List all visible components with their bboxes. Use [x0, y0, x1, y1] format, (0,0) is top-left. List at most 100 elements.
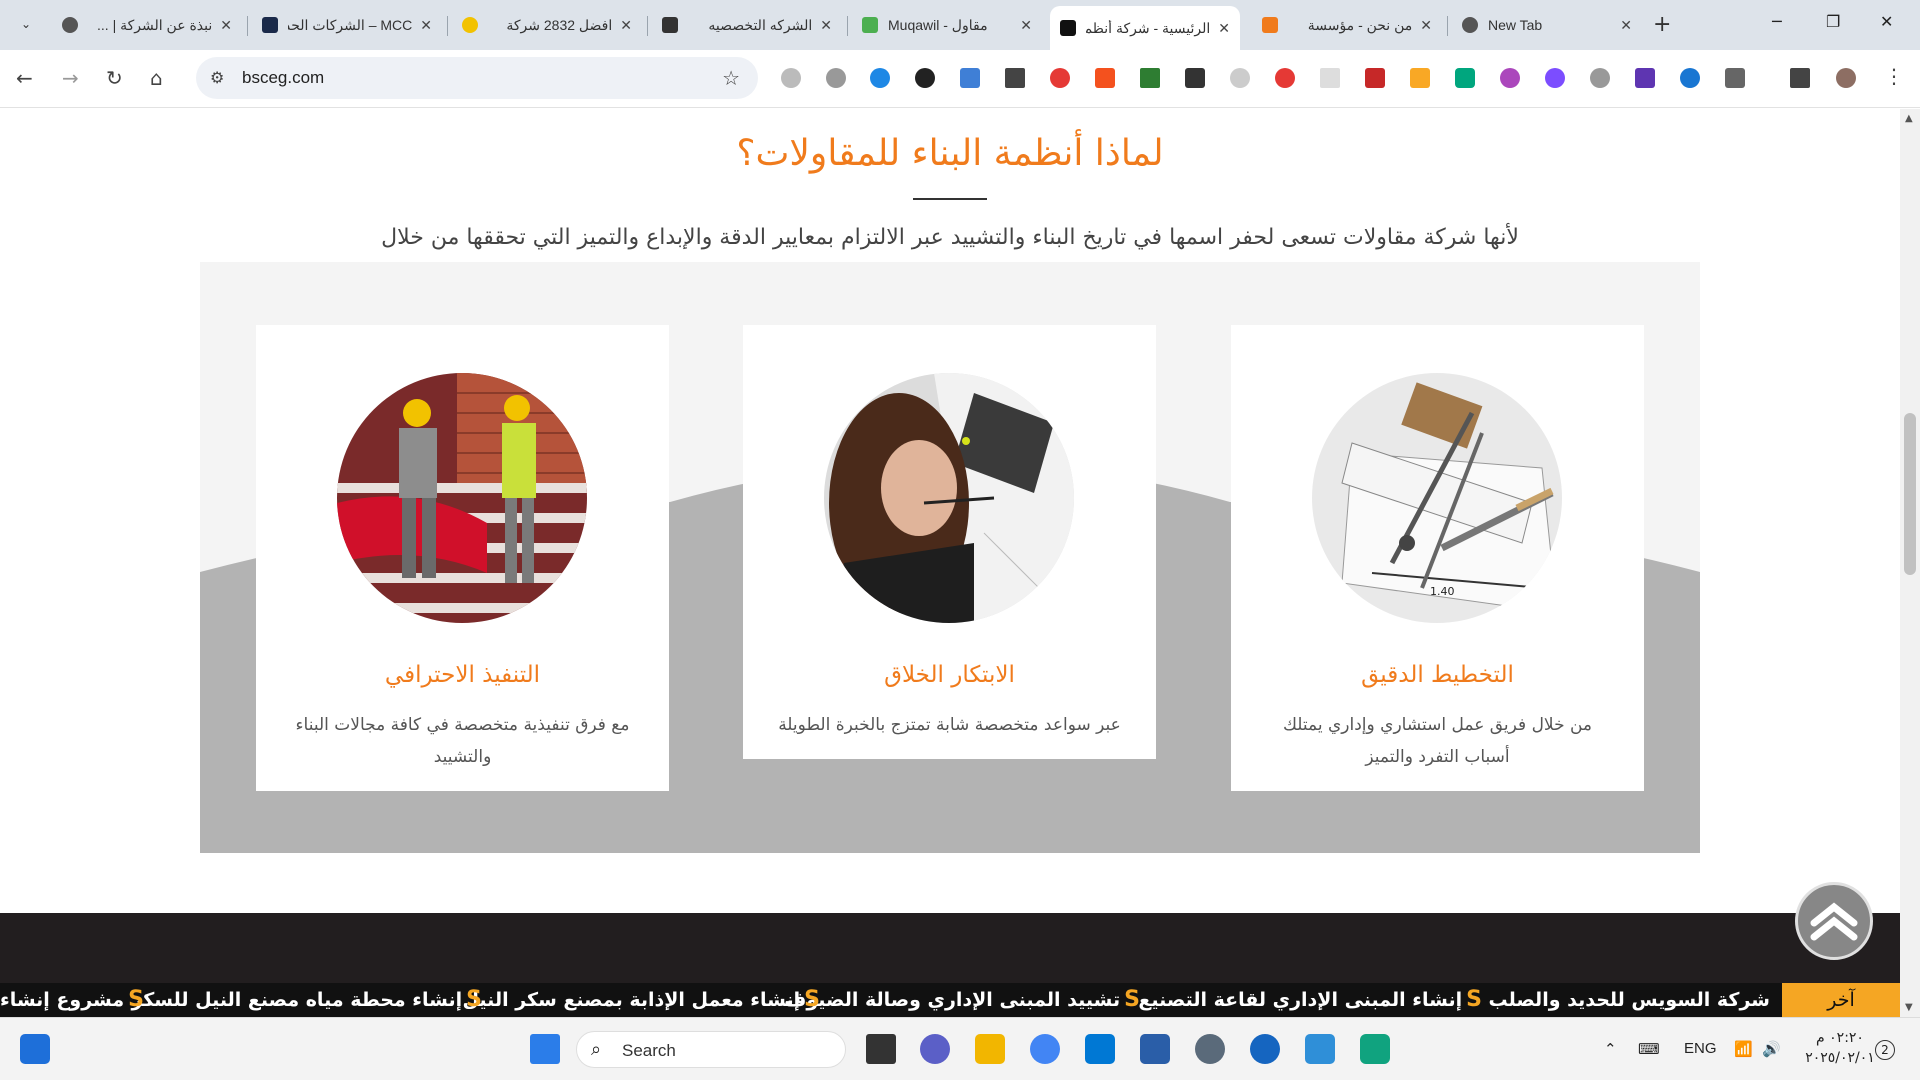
extension-icon[interactable]	[1365, 68, 1385, 88]
paint-icon[interactable]	[1305, 1034, 1335, 1064]
title-underline	[913, 198, 987, 200]
shazam-icon[interactable]	[870, 68, 890, 88]
wifi-icon[interactable]: 📶	[1734, 1040, 1753, 1058]
woman-drawing-image	[824, 373, 1074, 623]
tab-about-company[interactable]: نبذة عن الشركة | ... ✕	[52, 8, 242, 42]
double-chevron-up-icon	[1810, 902, 1858, 941]
card-text: مع فرق تنفيذية متخصصة في كافة مجالات الب…	[295, 715, 630, 767]
adblock-icon[interactable]	[1275, 68, 1295, 88]
tab-about-us[interactable]: من نحن - مؤسسة ✕	[1252, 8, 1442, 42]
close-icon[interactable]: ✕	[220, 17, 232, 34]
ticker-item[interactable]: Sمشروع إنشاء etle	[0, 983, 144, 1017]
volume-icon[interactable]: 🔊	[1762, 1040, 1781, 1058]
scrollbar-thumb[interactable]	[1904, 413, 1916, 575]
close-icon[interactable]: ✕	[820, 17, 832, 34]
url-text[interactable]: bsceg.com	[242, 68, 324, 88]
bsceg-logo-icon	[1060, 20, 1076, 36]
music-icon[interactable]	[1590, 68, 1610, 88]
restore-icon[interactable]: ❐	[1826, 12, 1840, 31]
chevron-up-icon[interactable]: ⌃	[1604, 1040, 1617, 1058]
tab-new-tab[interactable]: New Tab ✕	[1452, 8, 1642, 42]
clock[interactable]: ٠٢:٢٠ م ٢٠٢٥/٠٢/٠١	[1800, 1028, 1880, 1068]
extension-icon[interactable]	[1050, 68, 1070, 88]
page-scrollbar[interactable]: ▲ ▼	[1900, 109, 1920, 1017]
media-player-icon[interactable]	[1250, 1034, 1280, 1064]
close-icon[interactable]: ✕	[420, 17, 432, 34]
card-text: من خلال فريق عمل استشاري وإداري يمتلك أس…	[1282, 715, 1593, 767]
taskbar-search[interactable]: ⌕ Search	[576, 1031, 846, 1068]
extension-icon[interactable]	[826, 68, 846, 88]
ticker-item[interactable]: شركة السويس للحديد والصلب	[1488, 983, 1770, 1017]
window-close-icon[interactable]: ✕	[1880, 12, 1893, 31]
close-icon[interactable]: ✕	[1218, 20, 1230, 37]
home-icon[interactable]: ⌂	[150, 66, 163, 90]
ticker-item[interactable]: Sتشييد المبنى الإداري وصالة الضيوف	[784, 983, 1140, 1017]
drafting-tools-image: 1.40	[1312, 373, 1562, 623]
star-icon[interactable]: ☆	[722, 66, 740, 90]
windows-taskbar: ⌕ Search ⌃ ⌨ ENG 📶 🔊 ٠٢:٢٠ م ٢٠٢٥/٠٢/٠١ …	[0, 1017, 1920, 1080]
scroll-to-top-button[interactable]	[1795, 882, 1873, 960]
vscode-icon[interactable]	[1085, 1034, 1115, 1064]
download-icon[interactable]	[1545, 68, 1565, 88]
close-icon[interactable]: ✕	[1620, 17, 1632, 34]
address-bar[interactable]: ⚙ bsceg.com ☆	[196, 57, 758, 99]
powershell-icon[interactable]	[1140, 1034, 1170, 1064]
ticker-label: آخر المستجدات	[1782, 983, 1900, 1017]
download-arrow-icon[interactable]	[1140, 68, 1160, 88]
notification-badge[interactable]: 2	[1875, 1040, 1895, 1060]
tab-muqawil[interactable]: Muqawil - مقاول ✕	[852, 8, 1042, 42]
chatgpt-icon[interactable]	[1455, 68, 1475, 88]
tab-bsceg-active[interactable]: الرئيسية - شركة أنظمة ✕	[1050, 6, 1240, 50]
downloads-icon[interactable]	[1790, 68, 1810, 88]
card-title: التنفيذ الاحترافي	[384, 662, 541, 688]
extension-icon[interactable]	[960, 68, 980, 88]
ticker-item[interactable]: Sإنشاء معمل الإذابة بمصنع سكر النيل	[462, 983, 820, 1017]
close-icon[interactable]: ✕	[1420, 17, 1432, 34]
feature-card-planning: 1.40 التخطيط الدقيق من خلال فريق عمل است…	[1231, 325, 1644, 791]
forward-arrow-icon[interactable]: →	[62, 66, 79, 90]
site-info-icon[interactable]: ⚙	[210, 68, 224, 87]
keyboard-icon[interactable]: ⌨	[1638, 1040, 1660, 1058]
extension-icon[interactable]	[1320, 68, 1340, 88]
teams-chat-icon[interactable]	[920, 1034, 950, 1064]
mcc-logo-icon	[262, 17, 278, 33]
ticker-item[interactable]: Sإنشاء محطة مياه مصنع النيل للسكر	[131, 983, 482, 1017]
extension-icon[interactable]	[1500, 68, 1520, 88]
back-arrow-icon[interactable]: ←	[16, 66, 33, 90]
new-tab-plus-icon[interactable]: +	[1653, 12, 1671, 37]
tab-mcc[interactable]: MCC – الشركات الحديثه ✕	[252, 8, 442, 42]
extension-icon[interactable]	[1410, 68, 1430, 88]
extensions-puzzle-icon[interactable]	[1725, 68, 1745, 88]
avatar[interactable]	[1836, 68, 1856, 88]
qr-code-icon[interactable]	[1005, 68, 1025, 88]
soundcloud-icon[interactable]	[1095, 68, 1115, 88]
minimize-icon[interactable]: ─	[1772, 12, 1782, 31]
settings-gear-icon[interactable]	[1195, 1034, 1225, 1064]
tab-specialized-company[interactable]: الشركه التخصصيه ✕	[652, 8, 842, 42]
language-indicator[interactable]: ENG	[1684, 1040, 1717, 1057]
chatgpt-app-icon[interactable]	[1360, 1034, 1390, 1064]
m-extension-icon[interactable]	[915, 68, 935, 88]
section-subtitle: لأنها شركة مقاولات تسعى لحفر اسمها في تا…	[381, 225, 1519, 250]
chart-logo-icon	[1262, 17, 1278, 33]
extension-icon[interactable]	[1185, 68, 1205, 88]
close-icon[interactable]: ✕	[620, 17, 632, 34]
news-ticker: آخر المستجدات شركة السويس للحديد والصلب …	[0, 983, 1900, 1017]
task-view-icon[interactable]	[866, 1034, 896, 1064]
tab-search-icon[interactable]: ⌄	[14, 12, 38, 36]
close-icon[interactable]: ✕	[1020, 17, 1032, 34]
start-windows-icon[interactable]	[530, 1034, 560, 1064]
menu-dots-icon[interactable]: ⋮	[1884, 64, 1904, 88]
extension-icon[interactable]	[781, 68, 801, 88]
tab-best-companies[interactable]: افضل 2832 شركة ✕	[452, 8, 642, 42]
file-explorer-icon[interactable]	[975, 1034, 1005, 1064]
extension-icon[interactable]	[1230, 68, 1250, 88]
reload-icon[interactable]: ↻	[106, 66, 123, 90]
widgets-icon[interactable]	[20, 1034, 50, 1064]
chrome-icon[interactable]	[1030, 1034, 1060, 1064]
ticker-item[interactable]: Sإنشاء المبنى الإداري لقاعة التصنيع	[1138, 983, 1482, 1017]
extension-icon[interactable]	[1680, 68, 1700, 88]
scroll-down-icon[interactable]: ▼	[1905, 1002, 1913, 1013]
scroll-up-icon[interactable]: ▲	[1905, 113, 1913, 124]
extension-icon[interactable]	[1635, 68, 1655, 88]
